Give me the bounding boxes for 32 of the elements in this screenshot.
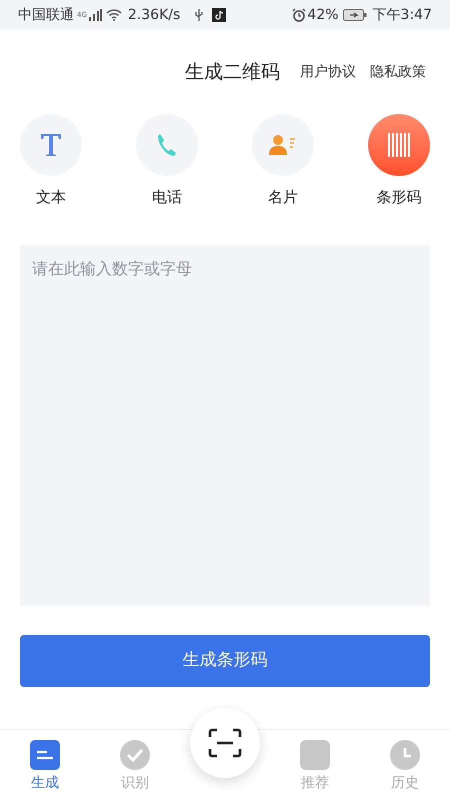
- nav-tab[interactable]: 历史: [390, 740, 420, 794]
- barcode-icon: [387, 133, 411, 157]
- type-label: 名片: [268, 187, 298, 208]
- carrier-name: 中国联通: [18, 6, 74, 24]
- type-label: 电话: [152, 187, 182, 208]
- scan-icon: [208, 728, 242, 758]
- contact-icon: [269, 133, 297, 157]
- checkmark-icon: [120, 740, 150, 770]
- battery-percent: 42%: [307, 6, 339, 24]
- letter-icon: [40, 133, 62, 157]
- generate-barcode-button[interactable]: 生成条形码: [20, 634, 430, 686]
- usb-icon: [194, 8, 204, 22]
- square-icon: [300, 740, 330, 770]
- network-speed: 2.36K/s: [128, 6, 180, 24]
- signal-icon: [88, 9, 102, 21]
- music-note-icon: [212, 8, 226, 22]
- clock-time: 下午3:47: [372, 6, 432, 24]
- document-icon: [30, 740, 60, 770]
- type-label: 条形码: [376, 187, 422, 208]
- nav-tab[interactable]: 推荐: [300, 740, 330, 794]
- clock-icon: [390, 740, 420, 770]
- wifi-icon: [106, 9, 122, 21]
- battery-icon: [342, 9, 367, 21]
- header-link[interactable]: 隐私政策: [370, 62, 426, 82]
- text-input-field[interactable]: 请在此输入数字或字母: [20, 244, 430, 606]
- nav-tab[interactable]: 生成: [30, 740, 60, 794]
- phone-icon: [156, 133, 178, 157]
- header-link[interactable]: 用户协议: [300, 62, 356, 82]
- page-title: 生成二维码: [185, 60, 280, 85]
- alarm-icon: [292, 8, 306, 22]
- type-label: 文本: [36, 187, 66, 208]
- nav-tab[interactable]: 识别: [120, 740, 150, 794]
